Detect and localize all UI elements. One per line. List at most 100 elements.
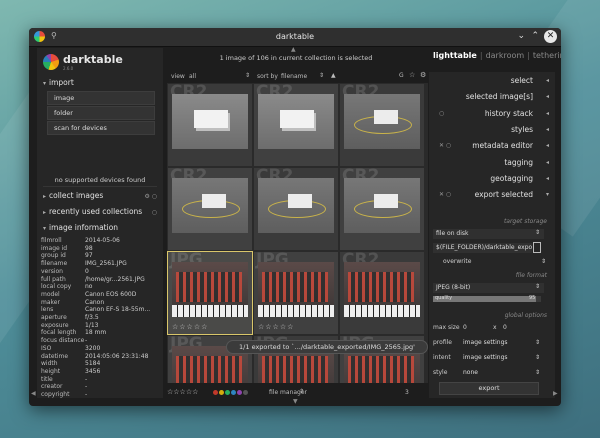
profile-dropdown[interactable]: image settings xyxy=(463,339,535,346)
import-folder-button[interactable]: folder xyxy=(47,106,155,120)
info-value: 2014:05:06 23:31:48 xyxy=(85,352,149,360)
sort-direction-icon[interactable]: ▲ xyxy=(331,72,336,79)
title-bar: ⚲ darktable ⌄ ⌃ ✕ xyxy=(29,28,561,47)
thumbnail-image xyxy=(258,262,334,317)
section-reset-icon[interactable]: ✕ ○ xyxy=(439,142,451,149)
right-section-header[interactable]: history stack xyxy=(485,109,533,118)
export-button[interactable]: export xyxy=(439,382,539,395)
section-toggle-icon[interactable]: ◂ xyxy=(546,77,549,84)
max-width-input[interactable]: 0 xyxy=(463,324,467,331)
image-information-header[interactable]: ▾ image information xyxy=(43,223,118,232)
thumbnail[interactable]: CR2 xyxy=(340,168,424,250)
max-size-separator: x xyxy=(493,324,497,331)
right-section-header[interactable]: geotagging xyxy=(490,174,533,183)
color-label-dot[interactable] xyxy=(219,390,224,395)
max-size-label: max size xyxy=(433,324,460,331)
preferences-icon[interactable]: ⚙ xyxy=(420,71,426,79)
color-label-dot[interactable] xyxy=(243,390,248,395)
section-toggle-icon[interactable]: ◂ xyxy=(546,93,549,100)
thumbnail-rating-stars[interactable]: ☆☆☆☆☆ xyxy=(172,323,208,331)
thumbnail[interactable]: JPG ☆☆☆☆☆ xyxy=(167,251,253,335)
section-toggle-icon[interactable]: ◂ xyxy=(546,142,549,149)
quality-label: quality xyxy=(435,295,453,301)
thumbnail-grid[interactable]: CR2 CR2 CR2 CR2 CR2 CR2 JPG ☆☆☆☆☆ JPG ☆☆☆☆☆ CR2 JPG… xyxy=(167,83,428,383)
section-reset-icon[interactable]: ○ xyxy=(439,110,444,117)
section-toggle-icon[interactable]: ◂ xyxy=(546,126,549,133)
scan-devices-button[interactable]: scan for devices xyxy=(47,121,155,135)
left-panel-toggle-icon[interactable]: ◀ xyxy=(31,390,36,397)
thumbnail-image xyxy=(258,178,334,233)
info-value: IMG_2561.JPG xyxy=(85,260,127,268)
color-label-dot[interactable] xyxy=(231,390,236,395)
view-darkroom[interactable]: darkroom xyxy=(486,51,525,60)
thumbnail-rating-stars[interactable]: ☆☆☆☆☆ xyxy=(258,323,294,331)
storage-dropdown[interactable]: file on disk xyxy=(433,229,544,239)
import-image-button[interactable]: image xyxy=(47,91,155,105)
export-toast: 1/1 exported to `.../darktable_exported/… xyxy=(226,340,428,354)
thumbnail[interactable]: CR2 xyxy=(340,84,424,166)
dropdown-arrow-icon: ⇕ xyxy=(245,72,251,79)
star-overlay-icon[interactable]: ☆ xyxy=(409,71,415,79)
section-toggle-icon[interactable]: ◂ xyxy=(546,159,549,166)
sort-label: sort by xyxy=(257,73,278,80)
color-label-dot[interactable] xyxy=(237,390,242,395)
thumbnail-image xyxy=(258,94,334,149)
left-panel: darktable 2.6.0 ▾ import image folder sca… xyxy=(37,48,163,398)
thumbnail[interactable]: CR2 xyxy=(254,168,338,250)
section-reset-icon[interactable]: ✕ ○ xyxy=(439,191,451,198)
bottom-panel-toggle-icon[interactable]: ▼ xyxy=(293,398,298,405)
right-section-header[interactable]: metadata editor xyxy=(472,141,533,150)
info-value: 18 mm xyxy=(85,329,107,337)
section-label: recently used collections xyxy=(49,207,143,216)
right-section-header[interactable]: styles xyxy=(511,125,533,134)
thumbnail[interactable]: CR2 xyxy=(168,84,252,166)
format-dropdown[interactable]: JPEG (8-bit) xyxy=(433,283,544,293)
intent-label: intent xyxy=(433,354,451,361)
thumbnail[interactable]: CR2 xyxy=(168,168,252,250)
close-button[interactable]: ✕ xyxy=(544,30,557,43)
zoom-value[interactable]: 3 xyxy=(405,389,409,396)
recent-collections-header[interactable]: ▸ recently used collections xyxy=(43,207,142,216)
right-section-header[interactable]: select xyxy=(511,76,533,85)
section-toggle-icon[interactable]: ▾ xyxy=(546,191,549,198)
overwrite-option[interactable]: overwrite xyxy=(443,258,471,265)
rating-filter-stars[interactable]: ☆☆☆☆☆ xyxy=(167,388,198,396)
right-section-header[interactable]: tagging xyxy=(504,158,533,167)
sort-dropdown[interactable]: filename xyxy=(281,73,307,80)
color-label-filter[interactable] xyxy=(213,389,249,396)
right-panel-toggle-icon[interactable]: ▶ xyxy=(553,390,558,397)
collect-images-header[interactable]: ▸ collect images xyxy=(43,191,103,200)
thumbnail[interactable]: CR2 xyxy=(254,84,338,166)
right-section-header[interactable]: export selected xyxy=(475,190,533,199)
thumbnail[interactable]: JPG ☆☆☆☆☆ xyxy=(254,252,338,334)
minimize-button[interactable]: ⌄ xyxy=(517,31,525,42)
intent-dropdown[interactable]: image settings xyxy=(463,354,535,361)
dropdown-arrow-icon: ⇕ xyxy=(535,354,541,361)
export-path-input[interactable]: $(FILE_FOLDER)/darktable_exported/ xyxy=(433,243,532,253)
color-label-dot[interactable] xyxy=(213,390,218,395)
style-dropdown[interactable]: none xyxy=(463,369,535,376)
max-height-input[interactable]: 0 xyxy=(503,324,507,331)
color-label-dot[interactable] xyxy=(225,390,230,395)
reset-icon[interactable]: ○ xyxy=(152,209,157,216)
maximize-button[interactable]: ⌃ xyxy=(531,31,539,42)
right-section-header[interactable]: selected image[s] xyxy=(466,92,533,101)
grouping-icon[interactable]: G xyxy=(399,72,404,79)
section-toggle-icon[interactable]: ◂ xyxy=(546,110,549,117)
thumbnail-image xyxy=(344,262,420,317)
section-label: collect images xyxy=(49,191,104,200)
import-section-header[interactable]: ▾ import xyxy=(43,78,74,87)
folder-browse-icon[interactable] xyxy=(533,242,541,253)
thumbnail-image xyxy=(172,178,248,233)
view-filter-dropdown[interactable]: all xyxy=(189,73,249,80)
view-tethering[interactable]: tethering xyxy=(533,51,561,60)
section-options-icon[interactable]: ⚙ ○ xyxy=(144,193,157,200)
thumbnail[interactable]: CR2 xyxy=(340,252,424,334)
view-lighttable[interactable]: lighttable xyxy=(433,51,477,60)
section-toggle-icon[interactable]: ◂ xyxy=(546,175,549,182)
no-devices-text: no supported devices found xyxy=(54,176,146,184)
info-value: - xyxy=(85,383,88,391)
collapsed-triangle-icon: ▸ xyxy=(43,193,47,200)
section-label: image information xyxy=(49,223,119,232)
info-value: f/3.5 xyxy=(85,314,99,321)
